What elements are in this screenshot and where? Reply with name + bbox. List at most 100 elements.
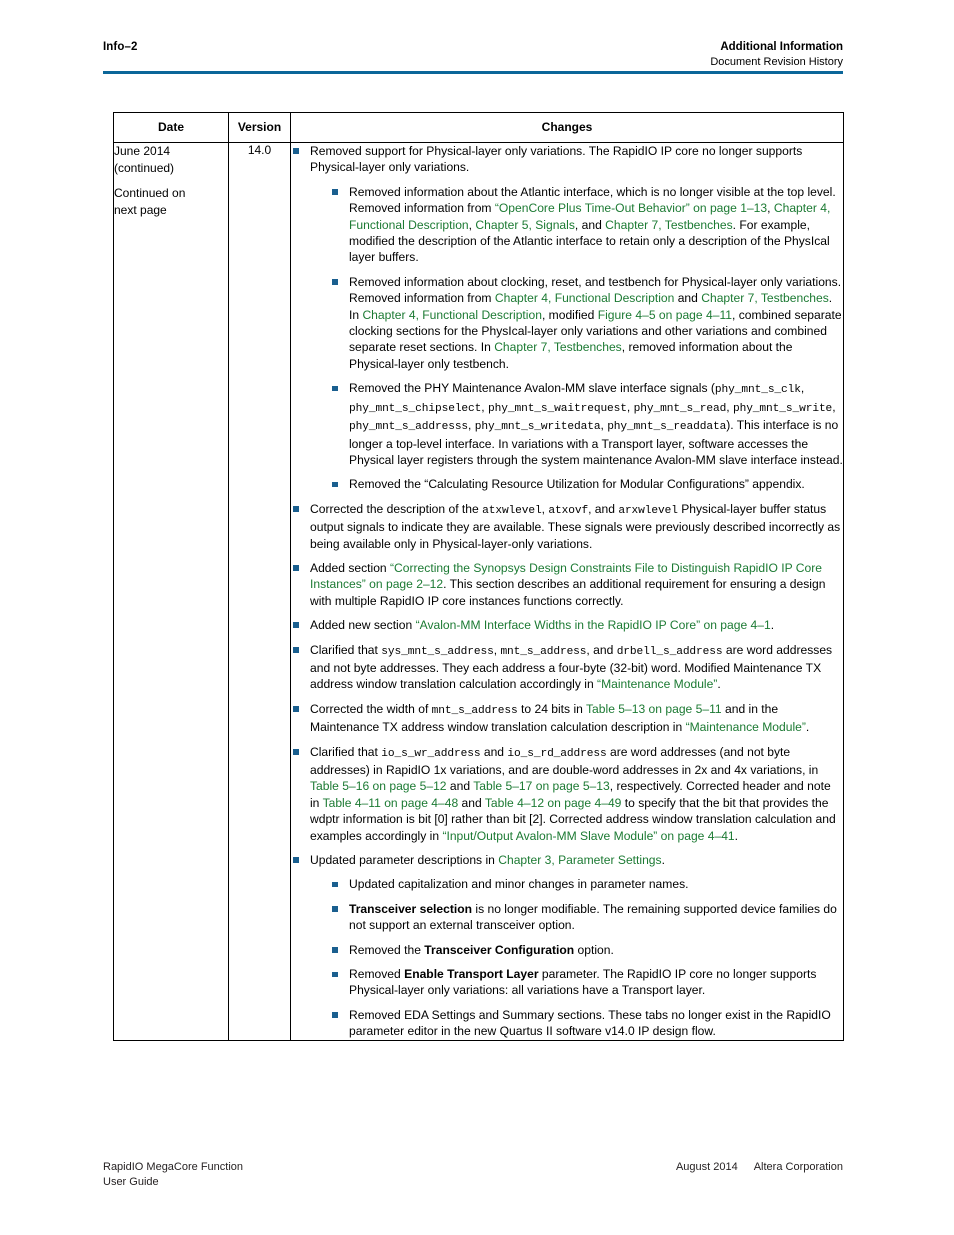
cross-reference-link[interactable]: Chapter 5, Signals xyxy=(475,218,575,232)
signal-name: sys_mnt_s_address xyxy=(381,645,494,658)
signal-name: io_s_wr_address xyxy=(381,747,481,760)
column-header-date: Date xyxy=(113,112,229,143)
cross-reference-link[interactable]: Table 5–13 on page 5–11 xyxy=(586,702,722,716)
footer-line-1: RapidIO MegaCore Function xyxy=(103,1161,244,1173)
cross-reference-link[interactable]: Figure 4–5 on page 4–11 xyxy=(598,308,732,322)
list-item: Removed EDA Settings and Summary section… xyxy=(332,1007,843,1040)
footer-meta: August 2014 Altera Corporation xyxy=(676,1160,843,1175)
bullet-square-icon xyxy=(332,947,338,953)
bullet-square-icon xyxy=(332,881,338,888)
cross-reference-link[interactable]: Table 4–12 on page 4–49 xyxy=(485,796,622,810)
list-item: Removed the Transceiver Configuration op… xyxy=(332,942,843,958)
bullet-square-icon xyxy=(332,385,338,392)
parameter-name: Transceiver selection xyxy=(349,901,473,916)
cross-reference-link[interactable]: Chapter 7, Testbenches xyxy=(494,340,622,354)
signal-name: arxwlevel xyxy=(618,504,678,517)
list-item: Removed information about clocking, rese… xyxy=(332,274,843,372)
changes-list-level2: Removed information about the Atlantic i… xyxy=(310,184,843,493)
page-number: Info–2 xyxy=(103,41,138,53)
list-item: Clarified that io_s_wr_address and io_s_… xyxy=(293,744,843,844)
cross-reference-link[interactable]: “Input/Output Avalon-MM Slave Module” on… xyxy=(442,829,734,843)
footer-document-title: RapidIO MegaCore Function User Guide xyxy=(103,1160,243,1190)
list-item: Removed the “Calculating Resource Utiliz… xyxy=(332,476,843,492)
list-item: Added section “Correcting the Synopsys D… xyxy=(293,560,843,609)
date-spacer xyxy=(114,176,228,185)
signal-name: phy_mnt_s_addresss xyxy=(349,421,469,434)
bullet-square-icon xyxy=(293,857,299,864)
bullet-square-icon xyxy=(332,279,338,285)
changes-list-level2: Updated capitalization and minor changes… xyxy=(310,876,843,1039)
signal-name: phy_mnt_s_readdata xyxy=(607,421,727,434)
cross-reference-link[interactable]: Chapter 7, Testbenches xyxy=(605,218,733,232)
date-line-4: next page xyxy=(114,202,167,217)
signal-name: io_s_rd_address xyxy=(507,747,607,760)
header-title-block: Additional Information Document Revision… xyxy=(710,40,843,70)
footer-company: Altera Corporation xyxy=(753,1161,843,1173)
document-page: Info–2 Additional Information Document R… xyxy=(0,0,954,1235)
changes-list-level1: Removed support for Physical-layer only … xyxy=(291,143,843,1040)
signal-name: mnt_s_address xyxy=(500,645,587,658)
bullet-square-icon xyxy=(293,622,299,629)
footer-line-2: User Guide xyxy=(103,1176,159,1188)
header-divider-rule xyxy=(103,71,843,74)
document-revision-history-table: Date Version Changes June 2014 (continue… xyxy=(113,112,844,1041)
date-line-2: (continued) xyxy=(114,160,175,175)
parameter-name: Enable Transport Layer xyxy=(404,967,539,982)
cross-reference-link[interactable]: Chapter 7, Testbenches xyxy=(701,291,829,305)
cell-changes: Removed support for Physical-layer only … xyxy=(290,142,844,1041)
column-header-changes: Changes xyxy=(290,112,844,143)
page-header: Info–2 Additional Information Document R… xyxy=(103,40,843,70)
footer-date: August 2014 xyxy=(675,1161,738,1173)
cross-reference-link[interactable]: Table 5–16 on page 5–12 xyxy=(310,779,447,793)
signal-name: atxovf xyxy=(548,504,589,517)
cross-reference-link[interactable]: “Avalon-MM Interface Widths in the Rapid… xyxy=(416,618,771,632)
signal-name: phy_mnt_s_write xyxy=(732,402,833,415)
cross-reference-link[interactable]: Chapter 3, Parameter Settings xyxy=(498,853,661,867)
list-item: Updated capitalization and minor changes… xyxy=(332,876,843,892)
bullet-square-icon xyxy=(293,646,299,653)
bullet-square-icon xyxy=(293,748,299,755)
bullet-square-icon xyxy=(293,148,299,154)
signal-name: phy_mnt_s_chipselect xyxy=(349,402,482,415)
list-item: Removed Enable Transport Layer parameter… xyxy=(332,966,843,999)
list-item: Transceiver selection is no longer modif… xyxy=(332,901,843,934)
bullet-square-icon xyxy=(332,481,338,488)
cell-version: 14.0 xyxy=(228,142,291,1041)
page-footer: RapidIO MegaCore Function User Guide Aug… xyxy=(103,1160,843,1190)
bullet-square-icon xyxy=(332,189,338,195)
bullet-square-icon xyxy=(332,1012,338,1018)
column-header-version: Version xyxy=(228,112,291,143)
header-section-title: Additional Information xyxy=(720,41,843,53)
signal-name: phy_mnt_s_read xyxy=(633,402,727,415)
signal-name: drbell_s_address xyxy=(616,645,723,658)
list-item: Updated parameter descriptions in Chapte… xyxy=(293,852,843,1040)
header-section-subtitle: Document Revision History xyxy=(710,56,843,68)
table-row: June 2014 (continued) Continued on next … xyxy=(113,142,844,1041)
bullet-square-icon xyxy=(293,505,299,512)
list-item: Added new section “Avalon-MM Interface W… xyxy=(293,617,843,633)
parameter-name: Transceiver Configuration xyxy=(424,942,575,957)
cross-reference-link[interactable]: Table 4–11 on page 4–48 xyxy=(323,796,459,810)
cross-reference-link[interactable]: “OpenCore Plus Time-Out Behavior” on pag… xyxy=(495,201,767,215)
list-item: Removed information about the Atlantic i… xyxy=(332,184,843,266)
bullet-square-icon xyxy=(293,705,299,712)
cross-reference-link[interactable]: “Maintenance Module” xyxy=(597,677,717,691)
list-item: Removed support for Physical-layer only … xyxy=(293,143,843,493)
table-header-row: Date Version Changes xyxy=(113,112,844,143)
list-item: Removed the PHY Maintenance Avalon-MM sl… xyxy=(332,380,843,468)
cross-reference-link[interactable]: Chapter 4, Functional Description xyxy=(362,308,541,322)
signal-name: phy_mnt_s_waitrequest xyxy=(488,402,627,415)
list-item: Clarified that sys_mnt_s_address, mnt_s_… xyxy=(293,642,843,693)
signal-name: phy_mnt_s_clk xyxy=(714,384,801,397)
date-line-1: June 2014 xyxy=(114,144,171,158)
cross-reference-link[interactable]: Table 5–17 on page 5–13 xyxy=(473,779,610,793)
signal-name: atxwlevel xyxy=(482,504,542,517)
cross-reference-link[interactable]: “Maintenance Module” xyxy=(686,720,806,734)
bullet-square-icon xyxy=(293,564,299,571)
cross-reference-link[interactable]: Chapter 4, Functional Description xyxy=(495,291,674,305)
signal-name: mnt_s_address xyxy=(431,704,518,717)
cell-date: June 2014 (continued) Continued on next … xyxy=(113,142,229,1041)
bullet-square-icon xyxy=(332,906,338,912)
list-item: Corrected the width of mnt_s_address to … xyxy=(293,701,843,736)
bullet-square-icon xyxy=(332,971,338,978)
